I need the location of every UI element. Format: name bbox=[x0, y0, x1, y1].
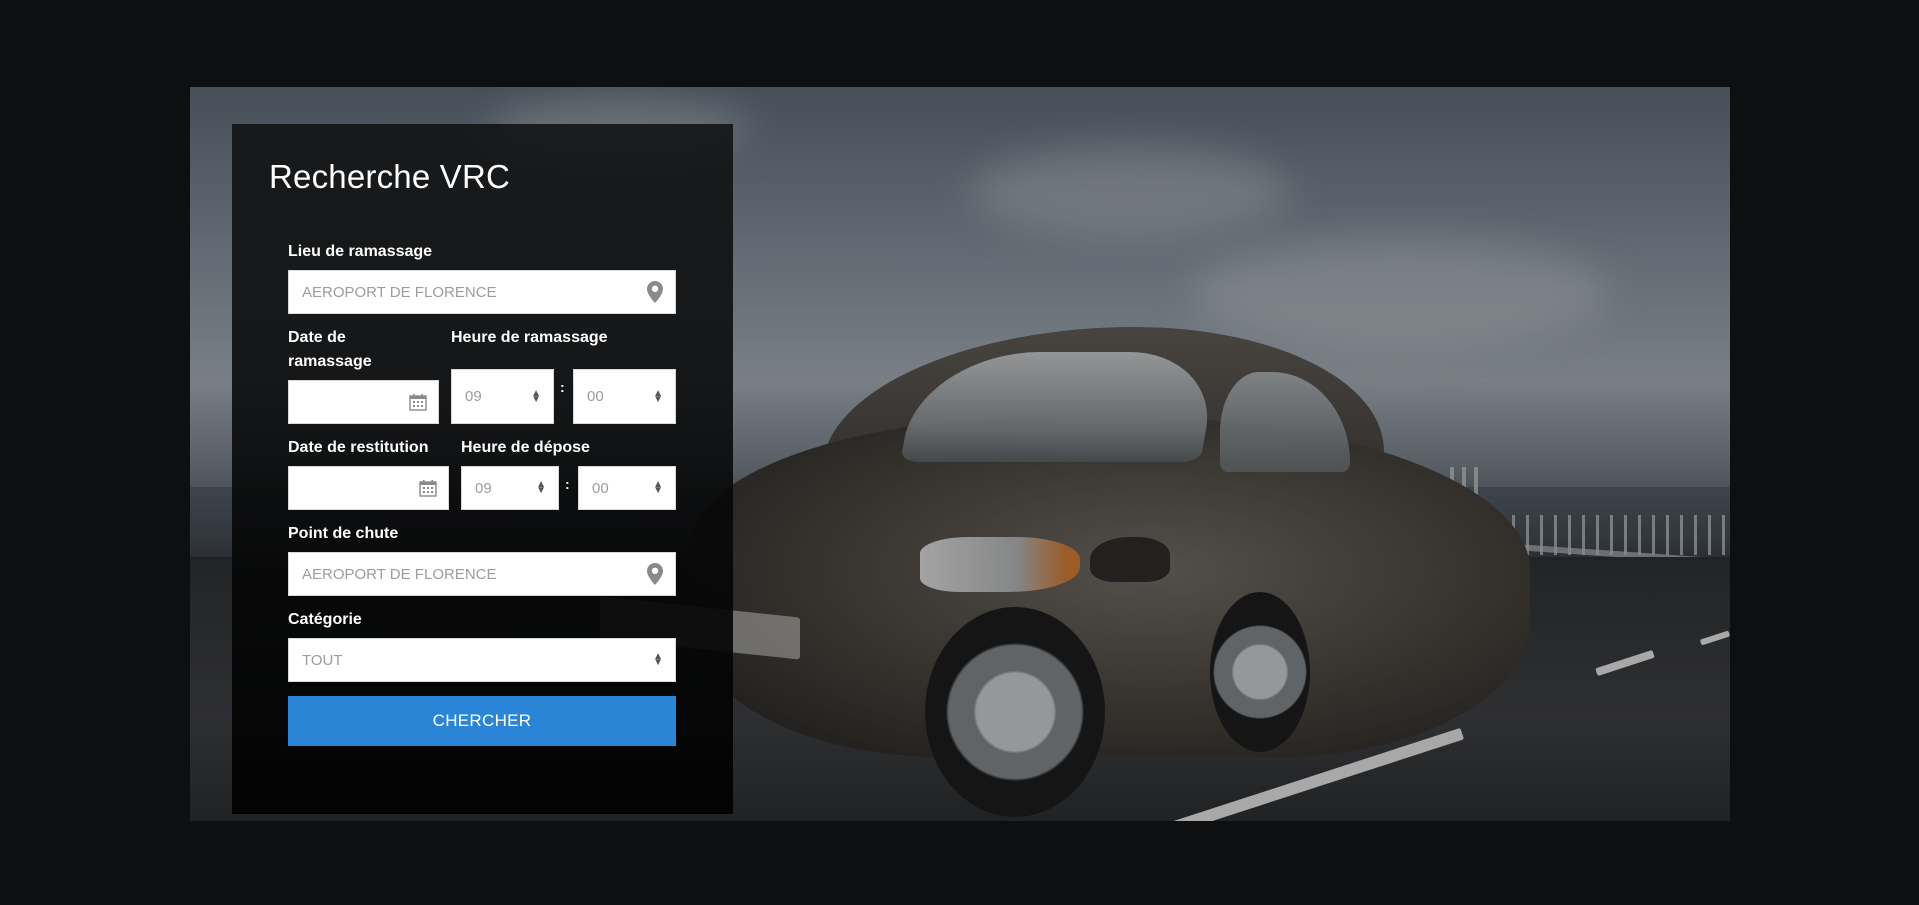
category-select[interactable]: TOUT ▲ ▼ bbox=[288, 638, 676, 682]
search-button[interactable]: CHERCHER bbox=[288, 696, 676, 746]
return-minute-select[interactable]: 00 ▲ ▼ bbox=[578, 466, 676, 510]
dropoff-location-input[interactable]: AEROPORT DE FLORENCE bbox=[288, 552, 676, 596]
sort-arrows-icon: ▲ ▼ bbox=[653, 387, 663, 405]
pickup-location-label: Lieu de ramassage bbox=[288, 243, 433, 260]
return-time-separator: : bbox=[565, 476, 570, 492]
map-pin-icon bbox=[635, 563, 675, 585]
pickup-minute-select[interactable]: 00 ▲ ▼ bbox=[573, 369, 676, 424]
pickup-time-separator: : bbox=[560, 379, 565, 395]
calendar-icon[interactable] bbox=[408, 479, 448, 497]
pickup-time-label: Heure de ramassage bbox=[451, 329, 608, 346]
map-pin-icon bbox=[635, 281, 675, 303]
panel-title: Recherche VRC bbox=[269, 158, 511, 195]
return-hour-select[interactable]: 09 ▲ ▼ bbox=[461, 466, 559, 510]
category-label: Catégorie bbox=[288, 611, 362, 628]
pickup-hour-value: 09 bbox=[465, 388, 482, 405]
dropoff-location-label: Point de chute bbox=[288, 525, 399, 542]
sort-arrows-icon: ▲ ▼ bbox=[531, 387, 541, 405]
sort-arrows-icon: ▲ ▼ bbox=[653, 479, 663, 496]
calendar-icon[interactable] bbox=[398, 393, 438, 411]
category-value: TOUT bbox=[302, 651, 343, 669]
return-hour-value: 09 bbox=[475, 479, 492, 497]
return-date-input[interactable] bbox=[288, 466, 449, 510]
pickup-location-placeholder: AEROPORT DE FLORENCE bbox=[302, 283, 497, 301]
search-panel: Recherche VRC Lieu de ramassage AEROPORT… bbox=[232, 124, 733, 814]
pickup-date-label: Date de ramassage bbox=[288, 329, 372, 370]
pickup-location-input[interactable]: AEROPORT DE FLORENCE bbox=[288, 270, 676, 314]
return-minute-value: 00 bbox=[592, 479, 609, 497]
return-time-label: Heure de dépose bbox=[461, 439, 590, 456]
pickup-hour-select[interactable]: 09 ▲ ▼ bbox=[451, 369, 554, 424]
pickup-date-input[interactable] bbox=[288, 380, 439, 424]
dropoff-location-placeholder: AEROPORT DE FLORENCE bbox=[302, 565, 497, 583]
return-date-label: Date de restitution bbox=[288, 439, 429, 456]
sort-arrows-icon: ▲ ▼ bbox=[536, 479, 546, 496]
pickup-minute-value: 00 bbox=[587, 388, 604, 405]
sort-arrows-icon: ▲ ▼ bbox=[653, 651, 663, 668]
